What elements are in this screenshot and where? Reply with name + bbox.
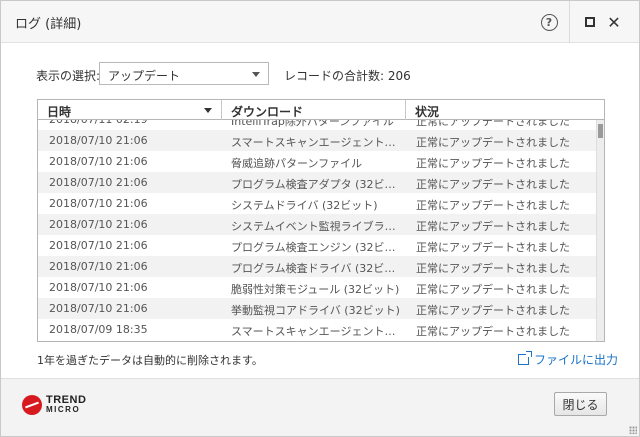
close-button[interactable]: 閉じる — [554, 392, 607, 416]
row-download: システムドライバ (32ビット) — [231, 199, 378, 212]
scrollbar-thumb[interactable] — [598, 124, 603, 138]
table-row[interactable]: 2018/07/10 21:06 プログラム検査ドライバ (32ビット) 正常にアッ… — [38, 256, 596, 277]
row-download: プログラム検査アダプタ (32ビット) — [231, 178, 401, 191]
column-header-datetime[interactable]: 日時 — [38, 100, 221, 120]
export-to-file-link[interactable]: ファイルに出力 — [518, 351, 618, 368]
titlebar-divider — [569, 1, 570, 43]
table-row[interactable]: 2018/07/10 21:06 システムイベント監視ライブラリ (32ビット) 正… — [38, 214, 596, 235]
trend-micro-logo: TREND MICRO — [22, 395, 86, 415]
table-row[interactable]: 2018/07/10 21:06 プログラム検査アダプタ (32ビット) 正常にアッ… — [38, 172, 596, 193]
row-download: 脅威追跡パターンファイル — [231, 157, 363, 170]
row-download: スマートスキャンエージェントパターン — [231, 325, 401, 338]
close-window-button[interactable]: ✕ — [601, 9, 627, 35]
table-row[interactable]: 2018/07/11 02:19 IntelliTrap除外パターンファイル 正常に… — [38, 120, 596, 130]
table-row[interactable]: 2018/07/10 21:06 スマートスキャンエージェントパターン 正常にアップ… — [38, 130, 596, 151]
help-icon: ? — [540, 13, 558, 31]
row-status: 正常にアップデートされました — [416, 136, 570, 149]
row-status: 正常にアップデートされました — [416, 157, 570, 170]
record-total: レコードの合計数: 206 — [284, 69, 411, 83]
row-status: 正常にアップデートされました — [416, 178, 570, 191]
maximize-icon — [585, 17, 595, 27]
row-datetime: 2018/07/10 21:06 — [49, 281, 148, 294]
row-status: 正常にアップデートされました — [416, 262, 570, 275]
table-row[interactable]: 2018/07/09 18:35 スマートスキャンエージェントパターン 正常にアップ… — [38, 319, 596, 340]
filter-label: 表示の選択: — [36, 69, 101, 83]
close-icon: ✕ — [607, 12, 621, 32]
export-link-label: ファイルに出力 — [534, 353, 619, 367]
log-type-select-value: アップデート — [108, 69, 181, 83]
row-datetime: 2018/07/10 21:06 — [49, 260, 148, 273]
row-status: 正常にアップデートされました — [416, 120, 570, 128]
column-header-status[interactable]: 状況 — [406, 100, 596, 120]
window-title: ログ (詳細) — [15, 17, 82, 32]
row-datetime: 2018/07/11 02:19 — [49, 120, 219, 126]
table-header: 日時 ダウンロード 状況 — [38, 100, 604, 120]
vertical-scrollbar[interactable] — [596, 120, 604, 341]
title-bar: ログ (詳細) ? ✕ — [1, 1, 639, 43]
log-type-select[interactable]: アップデート — [99, 62, 269, 85]
row-datetime: 2018/07/10 21:06 — [49, 197, 148, 210]
row-download: 脆弱性対策モジュール (32ビット) — [231, 283, 400, 296]
sort-descending-icon — [204, 108, 212, 113]
log-detail-window: ログ (詳細) ? ✕ 表示の選択: アップデート レコードの合計数: 206 … — [0, 0, 640, 437]
table-row[interactable]: 2018/07/10 21:06 システムドライバ (32ビット) 正常にアップデー… — [38, 193, 596, 214]
footer-bar: TREND MICRO 閉じる — [1, 378, 639, 436]
table-row[interactable]: 2018/07/10 21:06 挙動監視コアドライバ (32ビット) 正常にアップ… — [38, 298, 596, 319]
table-row[interactable]: 2018/07/10 21:06 脆弱性対策モジュール (32ビット) 正常にアップ… — [38, 277, 596, 298]
trend-micro-logo-icon — [22, 395, 42, 415]
row-status: 正常にアップデートされました — [416, 325, 570, 338]
table-row[interactable]: 2018/07/10 21:06 プログラム検査エンジン (32ビット) 正常にアッ… — [38, 235, 596, 256]
row-datetime: 2018/07/10 21:06 — [49, 302, 148, 315]
row-status: 正常にアップデートされました — [416, 283, 570, 296]
log-table: 日時 ダウンロード 状況 2018/07/11 02:19 IntelliTrap… — [37, 99, 605, 342]
row-download: プログラム検査エンジン (32ビット) — [231, 241, 401, 254]
row-status: 正常にアップデートされました — [416, 220, 570, 233]
row-datetime: 2018/07/10 21:06 — [49, 134, 148, 147]
chevron-down-icon — [252, 72, 260, 77]
row-download: スマートスキャンエージェントパターン — [231, 136, 401, 149]
row-datetime: 2018/07/10 21:06 — [49, 155, 148, 168]
row-datetime: 2018/07/10 21:06 — [49, 218, 148, 231]
row-status: 正常にアップデートされました — [416, 241, 570, 254]
table-body: 2018/07/11 02:19IntelliTrap除外パターンファイル正常に… — [38, 120, 596, 341]
row-datetime: 2018/07/10 21:06 — [49, 176, 148, 189]
row-download: IntelliTrap除外パターンファイル — [231, 120, 394, 128]
row-datetime: 2018/07/10 21:06 — [49, 239, 148, 252]
column-header-download[interactable]: ダウンロード — [222, 100, 405, 120]
row-download: 挙動監視コアドライバ (32ビット) — [231, 304, 400, 317]
row-status: 正常にアップデートされました — [416, 304, 570, 317]
retention-note: 1年を過ぎたデータは自動的に削除されます。 — [37, 354, 263, 367]
row-datetime: 2018/07/09 18:35 — [49, 323, 148, 336]
resize-grip-icon[interactable] — [629, 426, 637, 434]
help-button[interactable]: ? — [536, 9, 562, 35]
row-status: 正常にアップデートされました — [416, 199, 570, 212]
maximize-button[interactable] — [577, 9, 603, 35]
row-download: プログラム検査ドライバ (32ビット) — [231, 262, 401, 275]
external-link-icon — [518, 351, 532, 365]
table-row[interactable]: 2018/07/10 21:06 脅威追跡パターンファイル 正常にアップデートされま… — [38, 151, 596, 172]
row-download: システムイベント監視ライブラリ (32ビット) — [231, 220, 401, 233]
